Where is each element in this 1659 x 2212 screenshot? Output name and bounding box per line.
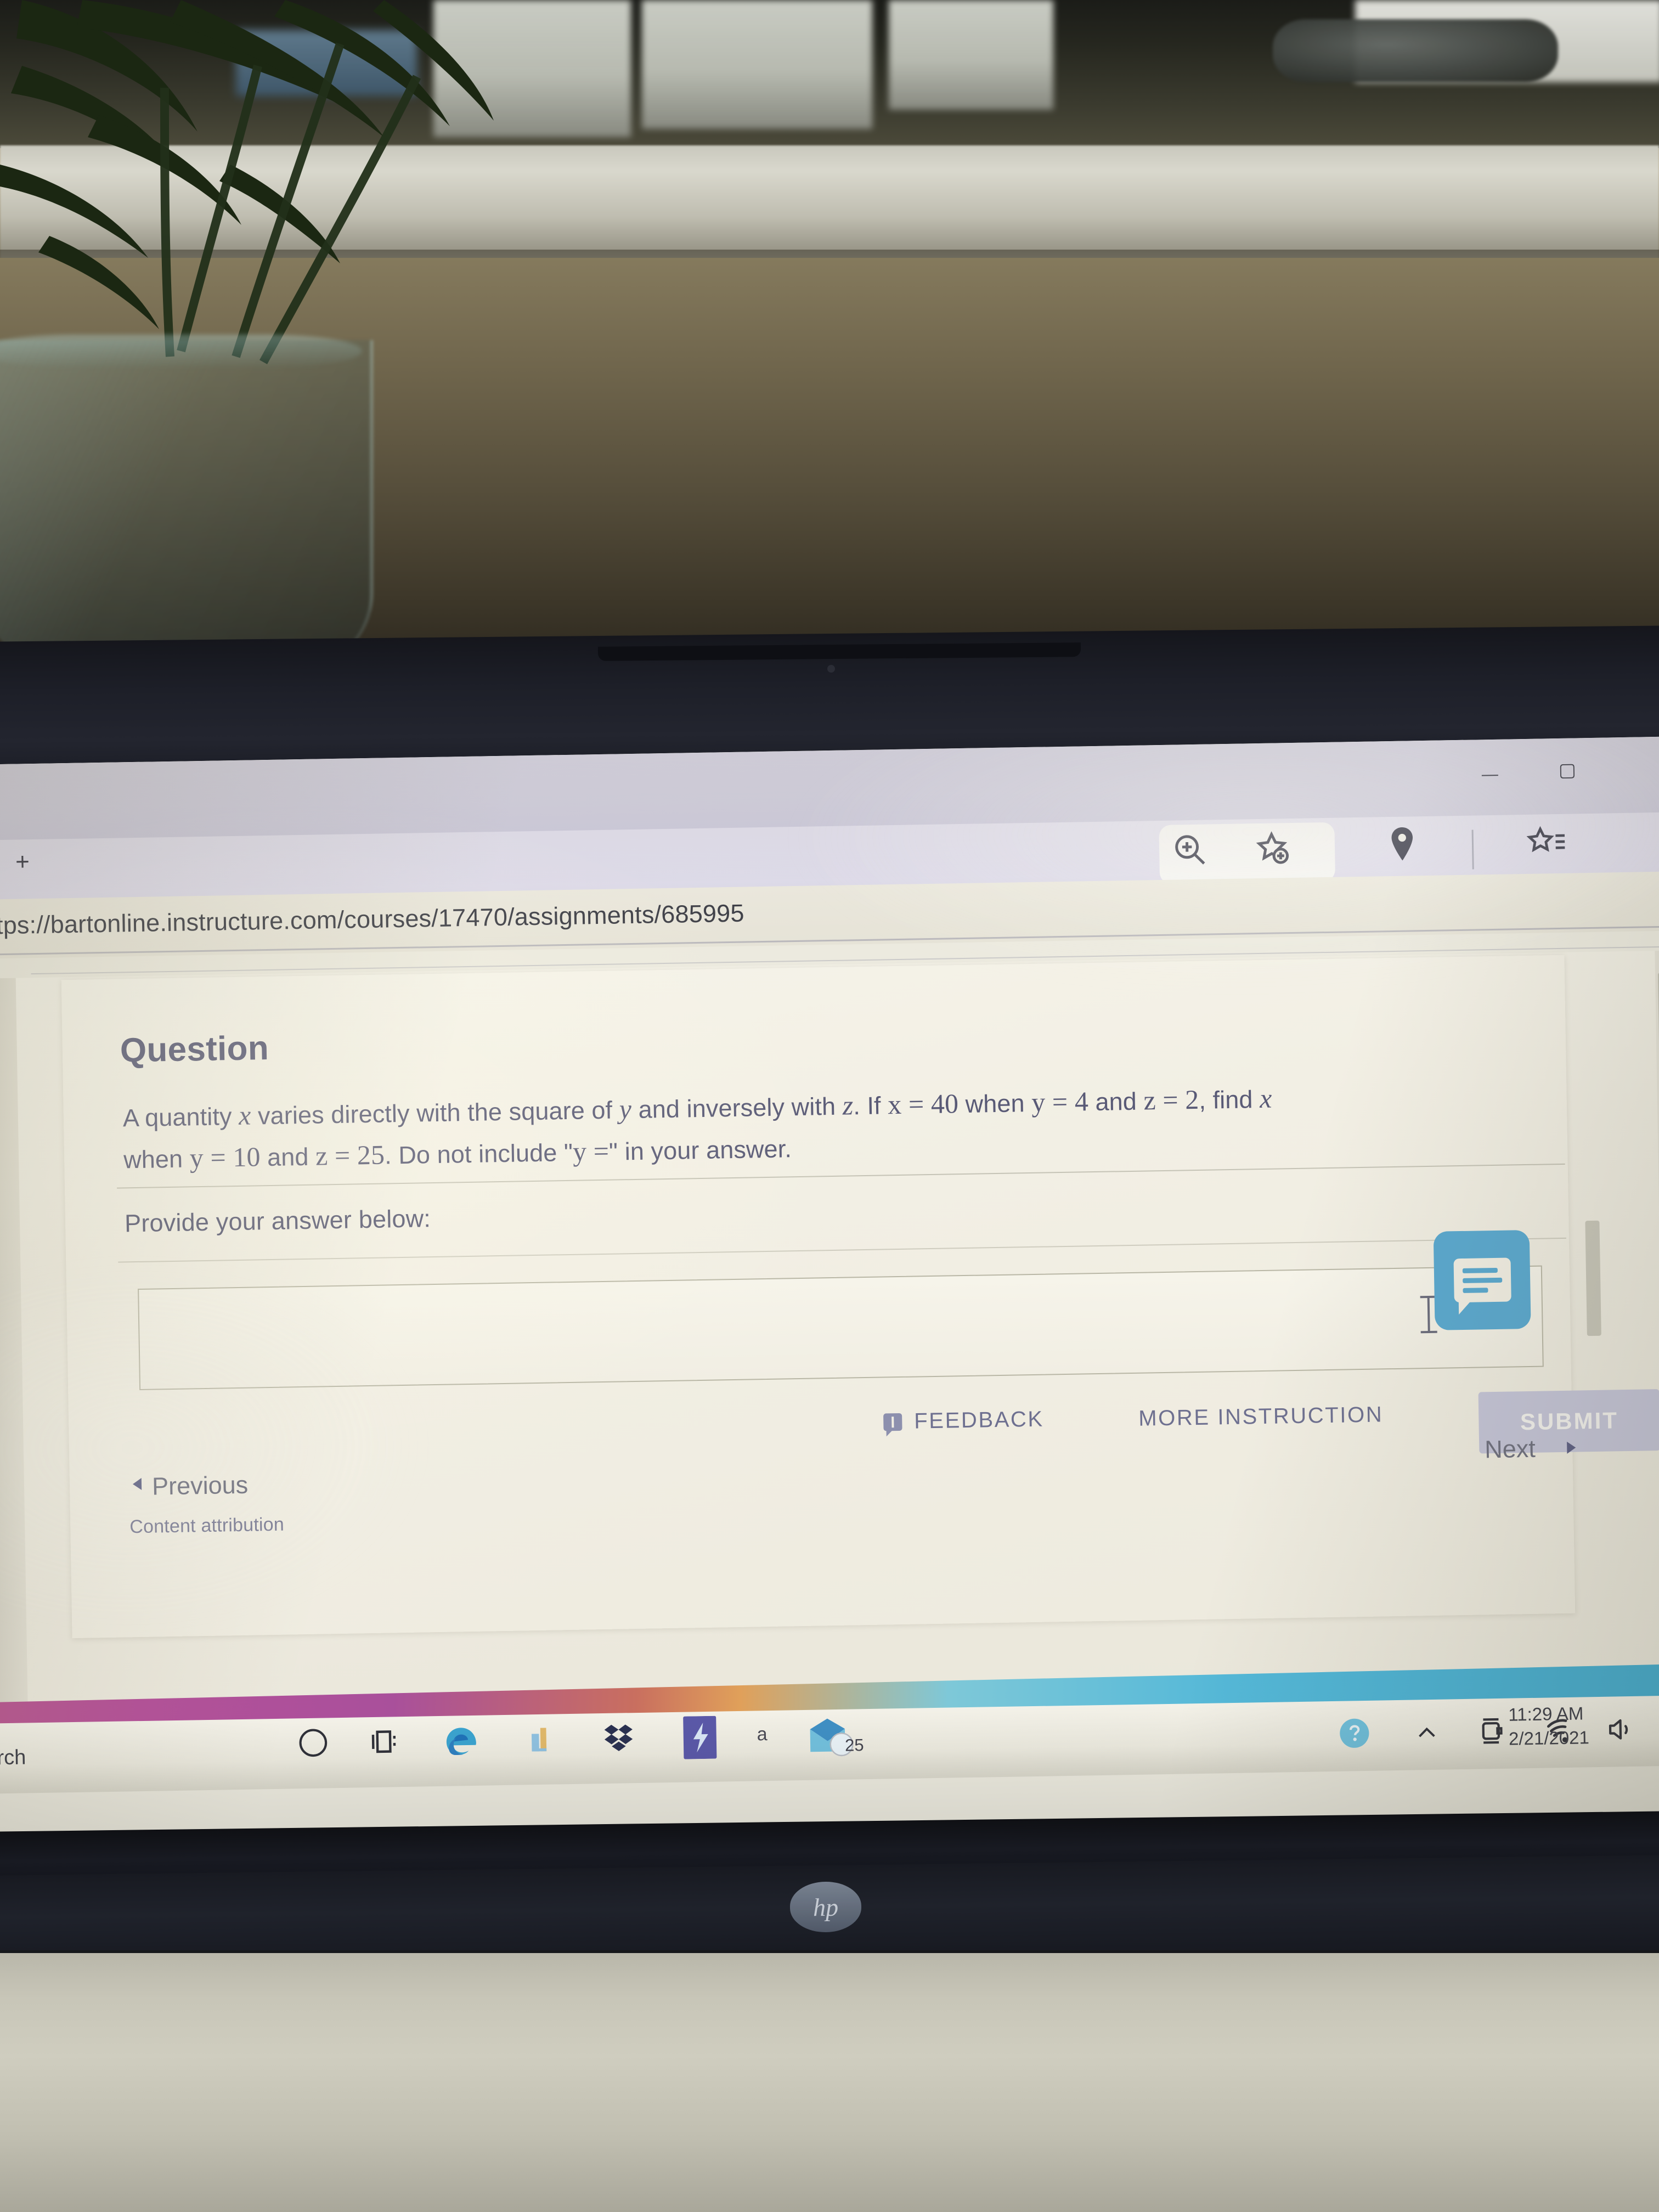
math-quoted: y = (572, 1135, 610, 1167)
toolbar-divider (1471, 830, 1474, 870)
question-text: A quantity x varies directly with the sq… (122, 1074, 1539, 1181)
laptop-screen: — ▢ × + (0, 736, 1659, 1857)
taskbar-search-box[interactable]: earch (0, 1746, 26, 1771)
windowsill-object (1273, 19, 1558, 82)
q-seg: , find (1198, 1085, 1260, 1114)
photo-of-laptop-screen: — ▢ × + (0, 0, 1659, 2212)
purple-app-icon[interactable] (682, 1716, 717, 1759)
collections-icon[interactable] (1652, 822, 1659, 862)
task-view-icon[interactable] (367, 1724, 402, 1759)
next-arrow-icon (1567, 1441, 1576, 1454)
clock-date: 2/21/2021 (1508, 1727, 1590, 1749)
edge-browser-icon[interactable] (441, 1721, 481, 1761)
webcam-icon (827, 665, 835, 673)
math-var-x2: x (1259, 1082, 1272, 1114)
math-eq-z2: z = 25 (315, 1139, 385, 1171)
math-eq-z: z = 2 (1143, 1084, 1199, 1116)
window-minimize-button[interactable]: — (1482, 765, 1499, 784)
feedback-button[interactable]: FEEDBACK (883, 1407, 1044, 1435)
feedback-icon (883, 1413, 902, 1431)
hp-brand-logo: hp (789, 1881, 862, 1933)
clock-time: 11:29 AM (1508, 1703, 1584, 1725)
favorites-list-icon[interactable] (1526, 824, 1566, 863)
a-app-icon[interactable]: a (757, 1724, 768, 1745)
previous-link[interactable]: Previous (152, 1471, 249, 1501)
more-instruction-button[interactable]: MORE INSTRUCTION (1138, 1402, 1384, 1431)
q-seg: and inversely with (631, 1092, 843, 1124)
submit-label: SUBMIT (1520, 1407, 1619, 1435)
help-circle-icon[interactable] (1338, 1717, 1370, 1750)
q-seg: when (958, 1088, 1032, 1119)
show-hidden-icons-chevron[interactable] (1412, 1720, 1441, 1746)
window-maximize-button[interactable]: ▢ (1558, 759, 1576, 781)
volume-icon[interactable] (1604, 1714, 1637, 1745)
chat-widget-button[interactable] (1433, 1229, 1531, 1330)
q-seg: varies directly with the square of (251, 1096, 620, 1130)
cortana-circle-icon[interactable] (296, 1725, 330, 1760)
q-seg: and (260, 1142, 316, 1172)
math-var-y: y (619, 1093, 632, 1125)
taskbar-app-icons: a 25 (296, 1708, 1065, 1786)
math-var-x: x (238, 1099, 251, 1131)
question-card: Question A quantity x varies directly wi… (61, 955, 1659, 1639)
new-tab-button[interactable]: + (15, 848, 30, 876)
onedrive-icon[interactable] (1475, 1715, 1506, 1747)
q-seg: A quantity (122, 1102, 239, 1132)
q-seg: " in your answer. (608, 1135, 792, 1166)
math-var-z: z (842, 1090, 854, 1121)
system-tray (1338, 1697, 1659, 1771)
dropbox-icon[interactable] (600, 1719, 640, 1757)
app-icon[interactable] (523, 1722, 560, 1757)
window-background (0, 0, 1659, 669)
question-action-row: FEEDBACK MORE INSTRUCTION SUBMIT (69, 1389, 1659, 1479)
next-link[interactable]: Next (1485, 1435, 1536, 1464)
location-pin-icon[interactable] (1384, 824, 1420, 865)
url-text: https://bartonline.instructure.com/cours… (0, 899, 745, 940)
mail-badge-count: 25 (844, 1735, 864, 1755)
page-title: Question (120, 1029, 269, 1070)
answer-input[interactable] (138, 1265, 1544, 1390)
q-seg: . If (853, 1091, 888, 1120)
previous-arrow-icon (132, 1477, 142, 1491)
q-seg: and (1088, 1087, 1144, 1116)
q-seg: when (123, 1144, 190, 1174)
q-seg: . Do not include " (384, 1138, 573, 1170)
desk-surface (0, 1953, 1659, 2212)
inner-scrollbar-thumb[interactable] (1585, 1220, 1601, 1336)
math-eq-y2: y = 10 (189, 1141, 261, 1173)
glass-vase (0, 340, 373, 669)
taskbar-clock[interactable]: 11:29 AM 2/21/2021 (1508, 1701, 1589, 1751)
add-favorite-icon[interactable] (1252, 828, 1291, 867)
math-eq-y: y = 4 (1031, 1086, 1089, 1118)
section-divider (118, 1237, 1566, 1263)
content-attribution-link[interactable]: Content attribution (129, 1514, 284, 1538)
math-eq-x: x = 40 (887, 1088, 959, 1120)
provide-answer-label: Provide your answer below: (124, 1204, 431, 1238)
chat-bubble-icon (1453, 1257, 1511, 1303)
feedback-label: FEEDBACK (913, 1407, 1045, 1434)
zoom-icon[interactable] (1170, 830, 1209, 869)
